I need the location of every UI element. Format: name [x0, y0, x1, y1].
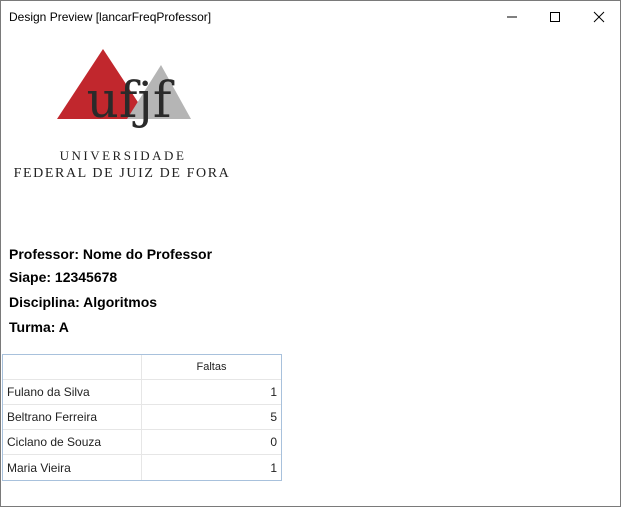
maximize-button[interactable] — [532, 1, 578, 33]
faltas-cell[interactable]: 5 — [142, 405, 281, 429]
minimize-button[interactable] — [489, 1, 535, 33]
grid-header-faltas[interactable]: Faltas — [142, 355, 281, 379]
siape-label: Siape: 12345678 — [9, 269, 118, 285]
minimize-icon — [507, 16, 517, 18]
faltas-cell[interactable]: 1 — [142, 455, 281, 480]
student-name-cell[interactable]: Beltrano Ferreira — [3, 405, 142, 429]
window-title: Design Preview [lancarFreqProfessor] — [9, 10, 212, 24]
faltas-cell[interactable]: 1 — [142, 380, 281, 404]
disciplina-label: Disciplina: Algoritmos — [9, 294, 158, 310]
grid-header-row: Faltas — [3, 355, 281, 380]
absence-grid: Faltas Fulano da Silva 1 Beltrano Ferrei… — [2, 354, 282, 481]
logo-line1: UNIVERSIDADE — [60, 148, 187, 163]
logo-mark: ufjf — [87, 71, 175, 129]
table-row[interactable]: Ciclano de Souza 0 — [3, 430, 281, 455]
faltas-cell[interactable]: 0 — [142, 430, 281, 454]
professor-label: Professor: Nome do Professor — [9, 246, 213, 262]
ufjf-logo: ufjf UNIVERSIDADE FEDERAL DE JUIZ DE FOR… — [14, 49, 231, 181]
logo-line2: FEDERAL DE JUIZ DE FORA — [14, 166, 231, 181]
grid-header-name[interactable] — [3, 355, 142, 379]
preview-window: Design Preview [lancarFreqProfessor] ufj… — [0, 0, 621, 507]
close-button[interactable] — [576, 1, 621, 33]
title-bar[interactable]: Design Preview [lancarFreqProfessor] — [1, 1, 620, 33]
student-name-cell[interactable]: Ciclano de Souza — [3, 430, 142, 454]
maximize-icon — [550, 12, 560, 22]
student-name-cell[interactable]: Fulano da Silva — [3, 380, 142, 404]
student-name-cell[interactable]: Maria Vieira — [3, 455, 142, 480]
table-row[interactable]: Fulano da Silva 1 — [3, 380, 281, 405]
close-icon — [593, 11, 605, 23]
turma-label: Turma: A — [9, 319, 69, 335]
table-row[interactable]: Maria Vieira 1 — [3, 455, 281, 480]
table-row[interactable]: Beltrano Ferreira 5 — [3, 405, 281, 430]
